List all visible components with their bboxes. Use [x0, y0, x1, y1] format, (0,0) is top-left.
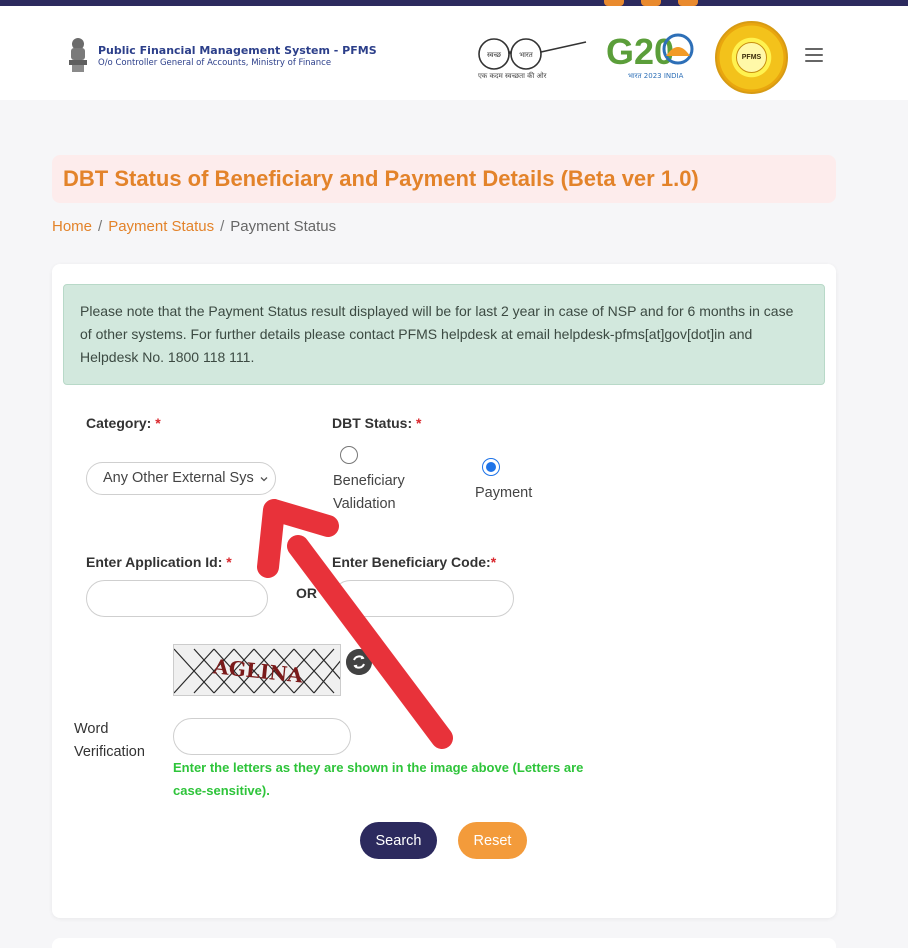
beneficiary-code-label: Enter Beneficiary Code:*: [332, 554, 496, 570]
application-id-label-text: Enter Application Id:: [86, 554, 223, 570]
or-separator: OR: [296, 585, 317, 601]
radio-payment[interactable]: [482, 458, 500, 476]
word-verification-label: Word Verification: [74, 718, 145, 764]
category-selected-value: Any Other External Sys: [103, 470, 254, 486]
search-button[interactable]: Search: [360, 822, 437, 859]
menu-line: [805, 54, 823, 56]
breadcrumb-current: Payment Status: [230, 218, 337, 235]
breadcrumb: Home / Payment Status / Payment Status: [52, 218, 336, 235]
radio-payment-label: Payment: [475, 485, 533, 501]
word-verification-line1: Word: [74, 721, 109, 737]
beneficiary-code-input[interactable]: [332, 580, 514, 617]
radio-beneficiary-validation[interactable]: [340, 446, 358, 464]
payment-status-form-card: Please note that the Payment Status resu…: [52, 264, 836, 918]
captcha-noise: AGLINA: [174, 648, 340, 694]
pfms-logo-text: PFMS: [736, 42, 767, 73]
radio-beneficiary-line1: Beneficiary: [333, 473, 405, 489]
menu-line: [805, 48, 823, 50]
dbt-status-label: DBT Status: *: [332, 415, 421, 431]
next-section-card: [52, 938, 836, 948]
breadcrumb-home-link[interactable]: Home: [52, 218, 92, 235]
required-mark: *: [416, 415, 422, 431]
captcha-hint: Enter the letters as they are shown in t…: [173, 760, 584, 798]
category-label-text: Category:: [86, 415, 152, 431]
captcha-image: AGLINA: [173, 644, 341, 696]
national-emblem-icon: [69, 38, 87, 72]
application-id-input[interactable]: [86, 580, 268, 617]
radio-beneficiary-line2: Validation: [333, 496, 396, 512]
pfms-logo-icon: PFMS: [715, 21, 788, 94]
brand-subtitle: O/o Controller General of Accounts, Mini…: [98, 58, 332, 68]
menu-line: [805, 60, 823, 62]
page-title: DBT Status of Beneficiary and Payment De…: [63, 166, 699, 191]
chevron-down-icon: [260, 477, 268, 482]
word-verification-input[interactable]: [173, 718, 351, 755]
site-header: Public Financial Management System - PFM…: [0, 6, 908, 100]
page-title-band: DBT Status of Beneficiary and Payment De…: [52, 155, 836, 203]
beneficiary-code-label-text: Enter Beneficiary Code:: [332, 554, 491, 570]
hamburger-menu-icon[interactable]: [805, 48, 823, 62]
breadcrumb-separator: /: [98, 218, 103, 235]
swachh-tagline: एक कदम स्वच्छता की ओर: [478, 72, 547, 80]
notice-alert: Please note that the Payment Status resu…: [63, 284, 825, 385]
required-mark: *: [490, 554, 497, 570]
category-select[interactable]: Any Other External Sys: [86, 462, 276, 495]
refresh-captcha-icon[interactable]: [346, 649, 372, 675]
dbt-status-label-text: DBT Status:: [332, 415, 413, 431]
reset-button[interactable]: Reset: [458, 822, 527, 859]
swachh-left-text: स्वच्छ: [487, 51, 502, 59]
g20-logo-icon: G20 भारत 2023 INDIA: [606, 31, 694, 80]
word-verification-line2: Verification: [74, 744, 145, 760]
application-id-label: Enter Application Id: *: [86, 554, 232, 570]
breadcrumb-separator: /: [220, 218, 225, 235]
required-mark: *: [155, 415, 161, 431]
breadcrumb-payment-status-link[interactable]: Payment Status: [108, 218, 214, 235]
g20-subtext: भारत 2023 INDIA: [628, 72, 684, 80]
required-mark: *: [226, 554, 232, 570]
radio-beneficiary-validation-label: Beneficiary Validation: [333, 470, 405, 516]
brand-title: Public Financial Management System - PFM…: [98, 44, 377, 57]
swachh-right-text: भारत: [519, 51, 534, 59]
category-label: Category: *: [86, 415, 161, 431]
